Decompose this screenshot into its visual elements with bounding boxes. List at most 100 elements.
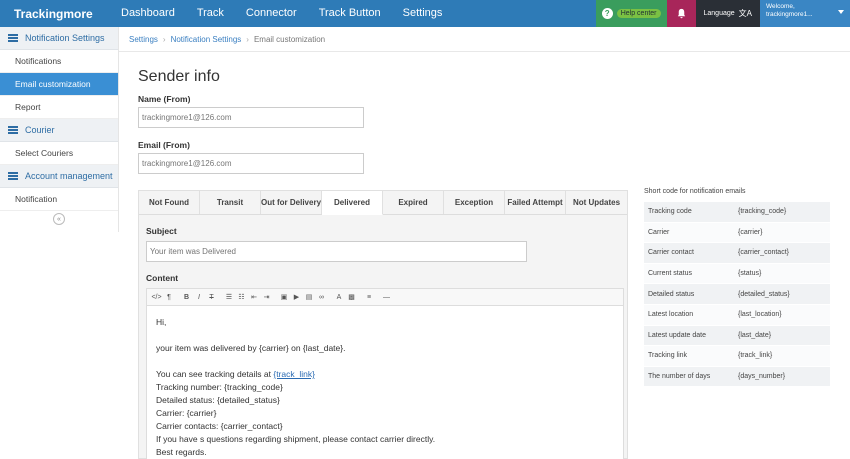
content-line: Detailed status: {detailed_status} bbox=[156, 395, 280, 405]
subject-label: Subject bbox=[146, 226, 177, 236]
nav-dashboard[interactable]: Dashboard bbox=[110, 0, 186, 27]
user-menu[interactable]: Welcome, trackingmore1... bbox=[760, 0, 850, 27]
strikethrough-icon[interactable]: T bbox=[206, 294, 217, 301]
table-row: Tracking code {tracking_code} bbox=[644, 202, 830, 223]
nav-track[interactable]: Track bbox=[186, 0, 235, 27]
help-center-label: Help center bbox=[616, 9, 661, 18]
tab-not-updates[interactable]: Not Updates bbox=[566, 191, 627, 214]
collapse-icon[interactable]: « bbox=[53, 213, 65, 225]
email-label: Email (From) bbox=[138, 140, 190, 150]
sidebar-group-notification-settings[interactable]: Notification Settings bbox=[0, 27, 118, 50]
paragraph-icon[interactable]: ¶ bbox=[164, 294, 175, 301]
sidebar-item-email-customization[interactable]: Email customization bbox=[0, 73, 118, 96]
image-icon[interactable]: ▣ bbox=[279, 293, 290, 301]
table-row: Carrier {carrier} bbox=[644, 222, 830, 244]
shortcode-table: Tracking code {tracking_code} Carrier {car… bbox=[644, 202, 830, 388]
shortcode-title: Short code for notification emails bbox=[644, 188, 746, 195]
bulleted-list-icon[interactable]: ☰ bbox=[224, 293, 235, 301]
sidebar-collapse: « bbox=[0, 211, 118, 227]
email-template-panel: Not Found Transit Out for Delivery Deliv… bbox=[138, 190, 628, 459]
list-icon bbox=[8, 172, 18, 180]
language-selector[interactable]: Language 文A bbox=[695, 0, 760, 27]
breadcrumb: Settings › Notification Settings › Email… bbox=[119, 27, 850, 52]
align-icon[interactable]: ≡ bbox=[364, 294, 375, 301]
translate-icon: 文A bbox=[738, 9, 752, 18]
link-icon[interactable]: ∞ bbox=[316, 294, 327, 301]
sidebar: Notification Settings Notifications Emai… bbox=[0, 27, 119, 232]
indent-icon[interactable]: ⇥ bbox=[261, 293, 272, 301]
language-label: Language bbox=[703, 10, 735, 17]
tab-out-for-delivery[interactable]: Out for Delivery bbox=[261, 191, 322, 214]
subject-input[interactable] bbox=[146, 241, 527, 262]
nav-track-button[interactable]: Track Button bbox=[308, 0, 392, 27]
table-icon[interactable]: ▤ bbox=[304, 293, 315, 301]
numbered-list-icon[interactable]: ☷ bbox=[236, 293, 247, 301]
sidebar-item-notifications[interactable]: Notifications bbox=[0, 50, 118, 73]
page-title: Sender info bbox=[138, 68, 220, 85]
list-icon bbox=[8, 126, 18, 134]
list-icon bbox=[8, 34, 18, 42]
bell-icon bbox=[677, 8, 685, 19]
name-from-input[interactable] bbox=[138, 107, 364, 128]
italic-icon[interactable]: I bbox=[194, 294, 205, 301]
breadcrumb-notification-settings[interactable]: Notification Settings bbox=[171, 35, 242, 44]
help-center-button[interactable]: ? Help center bbox=[595, 0, 667, 27]
email-from-input[interactable] bbox=[138, 153, 364, 174]
sidebar-item-report[interactable]: Report bbox=[0, 96, 118, 119]
code-view-icon[interactable]: </> bbox=[151, 294, 162, 301]
breadcrumb-separator: › bbox=[246, 34, 249, 44]
greeting-line: Hi, bbox=[156, 317, 167, 327]
tab-failed-attempt[interactable]: Failed Attempt bbox=[505, 191, 566, 214]
content-line: Carrier: {carrier} bbox=[156, 408, 217, 418]
content-line: You can see tracking details at {track_l… bbox=[156, 369, 315, 379]
sidebar-group-label: Notification Settings bbox=[25, 33, 105, 43]
sidebar-group-label: Account management bbox=[25, 171, 113, 181]
background-color-icon[interactable]: ▩ bbox=[346, 293, 357, 301]
tab-expired[interactable]: Expired bbox=[383, 191, 444, 214]
tab-delivered[interactable]: Delivered bbox=[322, 191, 383, 215]
caret-down-icon bbox=[838, 10, 844, 14]
content-line: If you have s questions regarding shipme… bbox=[156, 434, 436, 444]
content-line: Best regards. bbox=[156, 447, 207, 457]
main-nav: Dashboard Track Connector Track Button S… bbox=[110, 0, 453, 27]
name-label: Name (From) bbox=[138, 94, 191, 104]
sidebar-item-select-couriers[interactable]: Select Couriers bbox=[0, 142, 118, 165]
outdent-icon[interactable]: ⇤ bbox=[249, 293, 260, 301]
table-row: Current status {status} bbox=[644, 263, 830, 285]
content-line: Tracking number: {tracking_code} bbox=[156, 382, 283, 392]
tab-exception[interactable]: Exception bbox=[444, 191, 505, 214]
breadcrumb-current: Email customization bbox=[253, 34, 326, 44]
sidebar-group-label: Courier bbox=[25, 125, 55, 135]
sidebar-group-courier[interactable]: Courier bbox=[0, 119, 118, 142]
sidebar-group-account-management[interactable]: Account management bbox=[0, 165, 118, 188]
breadcrumb-settings[interactable]: Settings bbox=[129, 35, 158, 44]
track-link[interactable]: {track_link} bbox=[273, 369, 315, 379]
table-row: Carrier contact {carrier_contact} bbox=[644, 243, 830, 264]
notification-bell-button[interactable] bbox=[666, 0, 696, 27]
email-content-editor[interactable]: Hi, your item was delivered by {carrier}… bbox=[146, 306, 624, 459]
content-label: Content bbox=[146, 273, 179, 283]
breadcrumb-separator: › bbox=[162, 34, 166, 44]
bold-icon[interactable]: B bbox=[181, 294, 192, 301]
content-line: your item was delivered by {carrier} on … bbox=[156, 343, 346, 353]
table-row: The number of days {days_number} bbox=[644, 366, 830, 388]
horizontal-rule-icon[interactable]: — bbox=[381, 294, 392, 301]
sidebar-item-notification[interactable]: Notification bbox=[0, 188, 118, 211]
brand-logo[interactable]: Trackingmore bbox=[0, 7, 110, 21]
table-row: Tracking link {track_link} bbox=[644, 346, 830, 367]
nav-settings[interactable]: Settings bbox=[392, 0, 454, 27]
top-navbar: Trackingmore Dashboard Track Connector T… bbox=[0, 0, 850, 27]
table-row: Latest update date {last_date} bbox=[644, 325, 830, 347]
tab-transit[interactable]: Transit bbox=[200, 191, 261, 214]
status-tabs: Not Found Transit Out for Delivery Deliv… bbox=[139, 191, 627, 215]
nav-connector[interactable]: Connector bbox=[235, 0, 308, 27]
welcome-text: Welcome, bbox=[766, 3, 795, 10]
table-row: Latest location {last_location} bbox=[644, 304, 830, 326]
table-row: Detailed status {detailed_status} bbox=[644, 284, 830, 305]
font-color-icon[interactable]: A bbox=[334, 294, 345, 301]
video-icon[interactable]: ▶ bbox=[291, 293, 302, 301]
username: trackingmore1... bbox=[766, 11, 813, 18]
tab-not-found[interactable]: Not Found bbox=[139, 191, 200, 214]
question-icon: ? bbox=[601, 8, 613, 19]
editor-toolbar: </> ¶ B I T ☰ ☷ ⇤ ⇥ ▣ ▶ ▤ ∞ A ▩ ≡ — bbox=[146, 288, 624, 306]
